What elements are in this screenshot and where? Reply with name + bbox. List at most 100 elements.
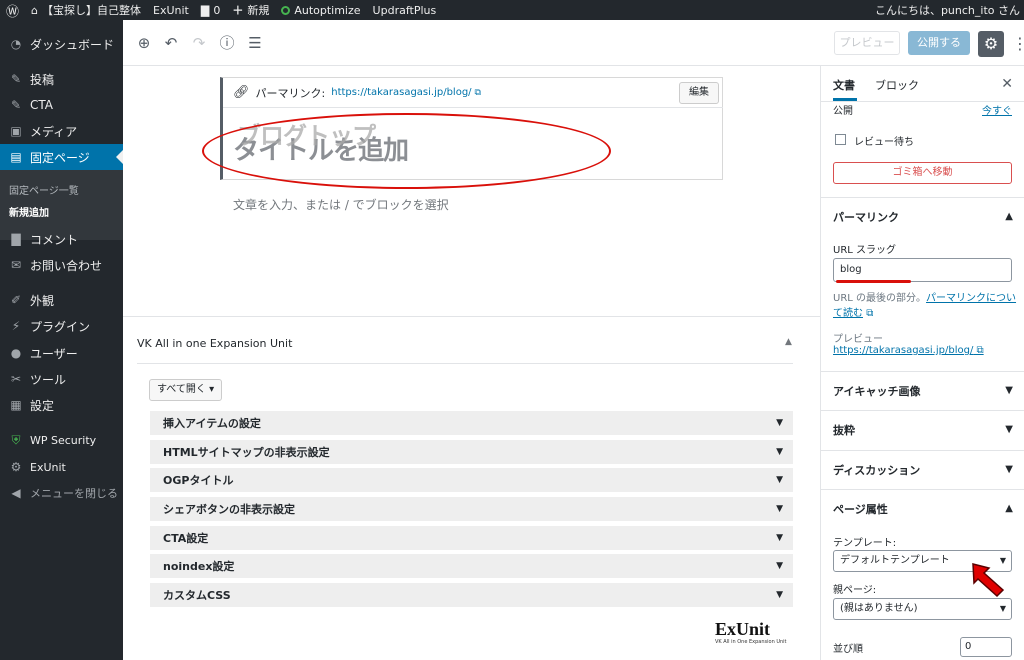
open-all-button[interactable]: すべて開く ▾ (149, 379, 223, 401)
wrench-icon: ✂ (10, 372, 22, 386)
admin-bar: Ⓦ ⌂ 【宝探し】自己整体 ExUnit ▇ 0 ＋新規 Autoptimize U… (0, 0, 1024, 20)
brush-icon: ✐ (10, 293, 22, 307)
url-slug-input[interactable]: blog (833, 258, 1012, 282)
page-icon: ▤ (10, 150, 22, 164)
publish-immediately-link[interactable]: 今すぐ (982, 102, 1012, 117)
comments-link[interactable]: ▇ 0 (195, 0, 226, 20)
chevron-up-icon: ▲ (1005, 503, 1013, 514)
sidebar-item-tools[interactable]: ✂ ツール (0, 366, 123, 392)
accordion-row[interactable]: noindex設定 ▼ (150, 554, 793, 580)
sidebar-item-contact[interactable]: ✉ お問い合わせ (0, 252, 123, 278)
tab-block[interactable]: ブロック (875, 77, 919, 93)
sidebar-item-plugins[interactable]: ⚡ プラグイン (0, 313, 123, 339)
exunit-metabox: VK All in one Expansion Unit ▲ すべて開く ▾ 挿… (123, 316, 820, 660)
chevron-down-icon: ▼ (1005, 464, 1013, 475)
settings-sidebar: 文書 ブロック ✕ 公開 今すぐ レビュー待ち ゴミ箱へ移動 パーマリンク ▲ U… (820, 66, 1024, 660)
block-placeholder[interactable]: 文章を入力、または / でブロックを選択 (233, 196, 449, 213)
chevron-down-icon: ▼ (1005, 385, 1013, 396)
accordion-row[interactable]: 挿入アイテムの設定 ▼ (150, 411, 793, 437)
gear-icon: ⚙ (10, 460, 22, 474)
metabox-divider (137, 363, 793, 364)
pending-review-checkbox[interactable] (835, 134, 846, 145)
parent-page-select[interactable]: (親はありません) ▼ (833, 598, 1012, 620)
comment-icon: ▇ (11, 232, 21, 246)
submenu-all-pages[interactable]: 固定ページ一覧 (9, 182, 79, 197)
accordion-row[interactable]: カスタムCSS ▼ (150, 583, 793, 609)
exunit-link[interactable]: ExUnit (147, 0, 195, 20)
site-name-link[interactable]: ⌂ 【宝探し】自己整体 (25, 0, 147, 20)
order-label: 並び順 (833, 644, 863, 655)
outline-list-icon[interactable]: ☰ (245, 33, 265, 53)
accordion-row[interactable]: CTA設定 ▼ (150, 526, 793, 552)
accordion-row[interactable]: OGPタイトル ▼ (150, 468, 793, 494)
excerpt-panel-toggle[interactable]: 抜粋 ▼ (821, 410, 1024, 448)
admin-sidebar: ◔ ダッシュボード ✎ 投稿 ✎ CTA ▣ メディア ▤ 固定ページ 固定ページ一覧 新… (0, 20, 123, 660)
external-link-icon: ⧉ (866, 308, 874, 319)
accordion-row[interactable]: シェアボタンの非表示設定 ▼ (150, 497, 793, 523)
sidebar-item-media[interactable]: ▣ メディア (0, 118, 123, 144)
submenu-add-new[interactable]: 新規追加 (9, 204, 49, 219)
redo-icon[interactable]: ↷ (189, 33, 209, 53)
info-icon[interactable]: ⓘ (217, 33, 237, 53)
metabox-title: VK All in one Expansion Unit (137, 337, 293, 350)
sidebar-item-cta[interactable]: ✎ CTA (0, 92, 123, 118)
wordpress-logo-icon[interactable]: Ⓦ (0, 0, 25, 20)
sidebar-item-wp-security[interactable]: ⛨ WP Security (0, 427, 123, 453)
updraftplus-link[interactable]: UpdraftPlus (367, 0, 443, 20)
preview-button[interactable]: プレビュー (834, 31, 900, 55)
dropdown-arrow-icon: ▼ (999, 604, 1006, 613)
sidebar-item-users[interactable]: ● ユーザー (0, 340, 123, 366)
settings-icon: ▦ (10, 398, 22, 412)
slug-help-text: URL の最後の部分。パーマリンクについて読む ⧉ (833, 293, 1017, 319)
close-icon[interactable]: ✕ (1001, 76, 1013, 92)
featured-image-panel-toggle[interactable]: アイキャッチ画像 ▼ (821, 371, 1024, 409)
settings-tabs: 文書 ブロック ✕ (821, 66, 1024, 102)
sidebar-item-pages[interactable]: ▤ 固定ページ (0, 144, 123, 170)
link-icon: 🔗︎ (233, 85, 250, 100)
new-content-link[interactable]: ＋新規 (226, 0, 275, 20)
permalink-bar: 🔗︎ パーマリンク: https://takarasagasi.jp/blog/… (223, 78, 723, 108)
preview-label: プレビュー (833, 334, 883, 345)
settings-gear-icon[interactable]: ⚙ (978, 31, 1004, 57)
sidebar-item-comments[interactable]: ▇ コメント (0, 226, 123, 252)
tab-document[interactable]: 文書 (833, 77, 855, 93)
template-label: テンプレート: (833, 538, 897, 549)
caret-down-icon: ▼ (776, 533, 783, 543)
caret-down-icon: ▼ (776, 561, 783, 571)
preview-url-link[interactable]: https://takarasagasi.jp/blog/ ⧉ (833, 345, 984, 356)
permalink-label: パーマリンク: (255, 86, 326, 100)
order-input[interactable]: 0 (960, 637, 1012, 657)
caret-down-icon: ▼ (776, 475, 783, 485)
user-greeting[interactable]: こんにちは、punch_ito さん (875, 0, 1020, 20)
metabox-toggle-icon[interactable]: ▲ (785, 337, 792, 347)
editor-canvas: 🔗︎ パーマリンク: https://takarasagasi.jp/blog/… (123, 66, 820, 660)
url-slug-label: URL スラッグ (833, 245, 897, 256)
sidebar-item-dashboard[interactable]: ◔ ダッシュボード (0, 31, 123, 57)
user-icon: ● (10, 346, 22, 360)
move-to-trash-button[interactable]: ゴミ箱へ移動 (833, 162, 1012, 184)
publish-row-label: 公開 (833, 106, 853, 117)
add-block-icon[interactable]: ⊕ (134, 33, 154, 53)
more-options-icon[interactable]: ⋮ (1012, 31, 1024, 57)
pin-icon: ✎ (10, 98, 22, 112)
sidebar-item-settings[interactable]: ▦ 設定 (0, 392, 123, 418)
publish-button[interactable]: 公開する (908, 31, 970, 55)
sidebar-item-posts[interactable]: ✎ 投稿 (0, 66, 123, 92)
permalink-url[interactable]: https://takarasagasi.jp/blog/ (331, 87, 471, 98)
accordion-row[interactable]: HTMLサイトマップの非表示設定 ▼ (150, 440, 793, 466)
permalink-edit-button[interactable]: 編集 (679, 82, 719, 104)
discussion-panel-toggle[interactable]: ディスカッション ▼ (821, 450, 1024, 488)
sidebar-collapse-menu[interactable]: ◀ メニューを閉じる (0, 480, 123, 506)
dashboard-icon: ◔ (10, 37, 22, 51)
sidebar-item-exunit[interactable]: ⚙ ExUnit (0, 454, 123, 480)
permalink-panel-toggle[interactable]: パーマリンク ▲ (821, 197, 1024, 235)
sidebar-item-appearance[interactable]: ✐ 外観 (0, 287, 123, 313)
editor-toolbar: ⊕ ↶ ↷ ⓘ ☰ プレビュー 公開する ⚙ ⋮ (123, 20, 1024, 66)
page-attributes-panel-toggle[interactable]: ページ属性 ▲ (821, 489, 1024, 527)
plus-icon: ＋ (232, 4, 244, 17)
autoptimize-link[interactable]: Autoptimize (275, 0, 366, 20)
mail-icon: ✉ (10, 258, 22, 272)
collapse-icon: ◀ (11, 486, 21, 500)
chevron-up-icon: ▲ (1005, 211, 1013, 222)
undo-icon[interactable]: ↶ (161, 33, 181, 53)
